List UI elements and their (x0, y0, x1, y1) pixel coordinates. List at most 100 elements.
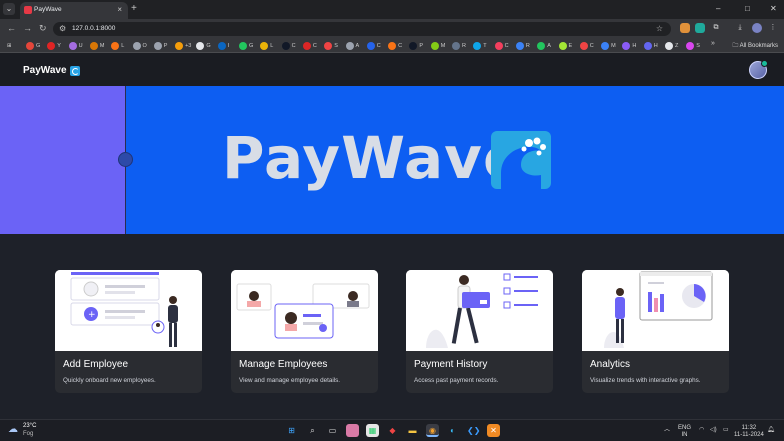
xampp-icon[interactable]: ✕ (487, 424, 500, 437)
bookmark-label: C (312, 43, 317, 49)
bookmark-item[interactable]: Y (47, 41, 61, 51)
maximize-button[interactable]: □ (745, 4, 750, 13)
start-windows-icon[interactable]: ⊞ (285, 424, 298, 437)
tab-title: PayWave (34, 6, 62, 13)
user-avatar[interactable] (749, 60, 768, 79)
bookmark-item[interactable]: O (132, 41, 147, 51)
bookmark-item[interactable]: M (89, 41, 105, 51)
bookmark-favicon-icon (558, 42, 567, 50)
bookmark-item[interactable]: Z (665, 41, 678, 51)
language-indicator[interactable]: ENG IN (678, 425, 691, 439)
bookmark-item[interactable]: C (302, 41, 317, 51)
bookmark-item[interactable]: G (196, 41, 211, 51)
bookmark-item[interactable]: C (281, 41, 296, 51)
bookmark-item[interactable]: E (558, 41, 572, 51)
clock-time: 11:32 (741, 425, 757, 431)
app-icon[interactable]: ◆ (386, 424, 399, 437)
svg-text:+: + (88, 310, 96, 320)
bookmark-item[interactable]: H (622, 41, 636, 51)
bookmark-label: C (398, 43, 403, 49)
bookmark-item[interactable]: R (452, 41, 466, 51)
slider-handle[interactable] (118, 152, 133, 167)
bookmark-item[interactable]: P (409, 41, 423, 51)
apps-grid-icon[interactable]: ⊞ (7, 41, 12, 51)
manage-employees-card[interactable]: Manage Employees View and manage employe… (231, 270, 378, 393)
analytics-card[interactable]: Analytics Visualize trends with interact… (582, 270, 729, 393)
bookmark-item[interactable]: A (345, 41, 359, 51)
store-icon[interactable]: ▦ (366, 424, 379, 437)
forward-icon[interactable]: → (23, 23, 32, 33)
add-employee-illustration: + (55, 270, 202, 351)
payment-history-illustration (406, 270, 553, 351)
clock-date: 11-11-2024 (734, 432, 764, 438)
edge-icon[interactable]: ◐ (446, 424, 459, 437)
bookmark-item[interactable]: L (260, 41, 273, 51)
extensions-puzzle-icon[interactable]: ⧉ (711, 23, 721, 33)
clock[interactable]: 11:32 11-11-2024 (734, 425, 764, 439)
close-window-button[interactable]: ✕ (770, 4, 777, 13)
bookmark-item[interactable]: T (473, 41, 487, 51)
bookmark-item[interactable]: H (643, 41, 658, 51)
wave-logo-icon (69, 65, 80, 76)
bookmark-item[interactable]: C (494, 41, 509, 51)
bookmark-item[interactable]: P (153, 41, 167, 51)
weather-temp[interactable]: 23°C (23, 423, 36, 429)
weather-cloud-icon[interactable]: ☁ (8, 424, 18, 435)
bookmark-label: M (99, 43, 105, 49)
bookmark-item[interactable]: C (366, 41, 381, 51)
bookmark-star-icon[interactable]: ☆ (656, 24, 663, 33)
minimize-button[interactable]: – (716, 4, 720, 13)
site-info-icon[interactable]: ⚙ (59, 24, 66, 33)
back-icon[interactable]: ← (7, 23, 16, 33)
bookmark-item[interactable]: G (239, 41, 253, 51)
wifi-icon[interactable]: ◠ (699, 427, 704, 434)
payment-history-card[interactable]: Payment History Access past payment reco… (406, 270, 553, 393)
hero-banner: PayWave (0, 86, 784, 234)
bookmark-item[interactable]: R (515, 41, 530, 51)
bookmark-item[interactable]: M (430, 41, 446, 51)
reload-icon[interactable]: ↻ (39, 23, 47, 34)
download-icon[interactable]: ⤓ (735, 23, 745, 33)
weather-desc[interactable]: Fog (23, 431, 33, 437)
bookmark-item[interactable]: M (601, 41, 616, 51)
search-icon[interactable]: ⌕ (306, 424, 319, 437)
bookmark-item[interactable]: +3 (175, 41, 191, 51)
bookmark-item[interactable]: S (686, 41, 700, 51)
copilot-icon[interactable] (346, 424, 359, 437)
tab-search-icon[interactable]: ⌄ (3, 3, 15, 15)
bookmarks-more-icon[interactable]: » (711, 40, 715, 47)
brand[interactable]: PayWave (23, 65, 80, 76)
new-tab-button[interactable]: + (131, 3, 137, 14)
extension-icon[interactable] (695, 23, 705, 33)
bookmark-item[interactable]: U (68, 41, 83, 51)
all-bookmarks-button[interactable]: 🗀 All Bookmarks (732, 41, 778, 51)
bookmark-item[interactable]: A (537, 41, 551, 51)
bookmark-label: I (227, 43, 230, 49)
add-employee-card[interactable]: + Add Employee Quickly onboard new emplo… (55, 270, 202, 393)
file-explorer-icon[interactable]: ▬ (406, 424, 419, 437)
menu-dots-icon[interactable]: ⋮ (768, 23, 778, 33)
bookmark-label: M (440, 43, 446, 49)
bookmark-item[interactable]: L (111, 41, 124, 51)
url-text[interactable]: 127.0.0.1:8000 (72, 25, 115, 32)
extension-icon[interactable] (680, 23, 690, 33)
bookmark-item[interactable]: C (579, 41, 594, 51)
battery-icon[interactable]: ▭ (723, 427, 729, 434)
tray-overflow-icon[interactable]: ︿ (664, 427, 670, 434)
tab-close-icon[interactable]: × (117, 5, 122, 14)
bookmark-label: U (78, 43, 83, 49)
bookmark-item[interactable]: S (324, 41, 338, 51)
bookmark-item[interactable]: G (26, 41, 40, 51)
card-title: Manage Employees (239, 359, 328, 370)
vscode-icon[interactable]: ❮❯ (467, 424, 480, 437)
task-view-icon[interactable]: ▭ (326, 424, 339, 437)
address-bar[interactable]: ⚙ 127.0.0.1:8000 ☆ (53, 22, 671, 36)
lang-top: ENG (678, 425, 692, 431)
bookmark-item[interactable]: I (217, 41, 230, 51)
chrome-icon[interactable]: ◉ (426, 424, 439, 437)
notification-bell-icon[interactable]: 🔔︎ (767, 427, 775, 434)
volume-icon[interactable]: ◁) (710, 427, 717, 434)
bookmark-item[interactable]: C (388, 41, 402, 51)
tab-paywave[interactable]: PayWave × (20, 2, 128, 19)
profile-icon[interactable] (752, 23, 762, 33)
